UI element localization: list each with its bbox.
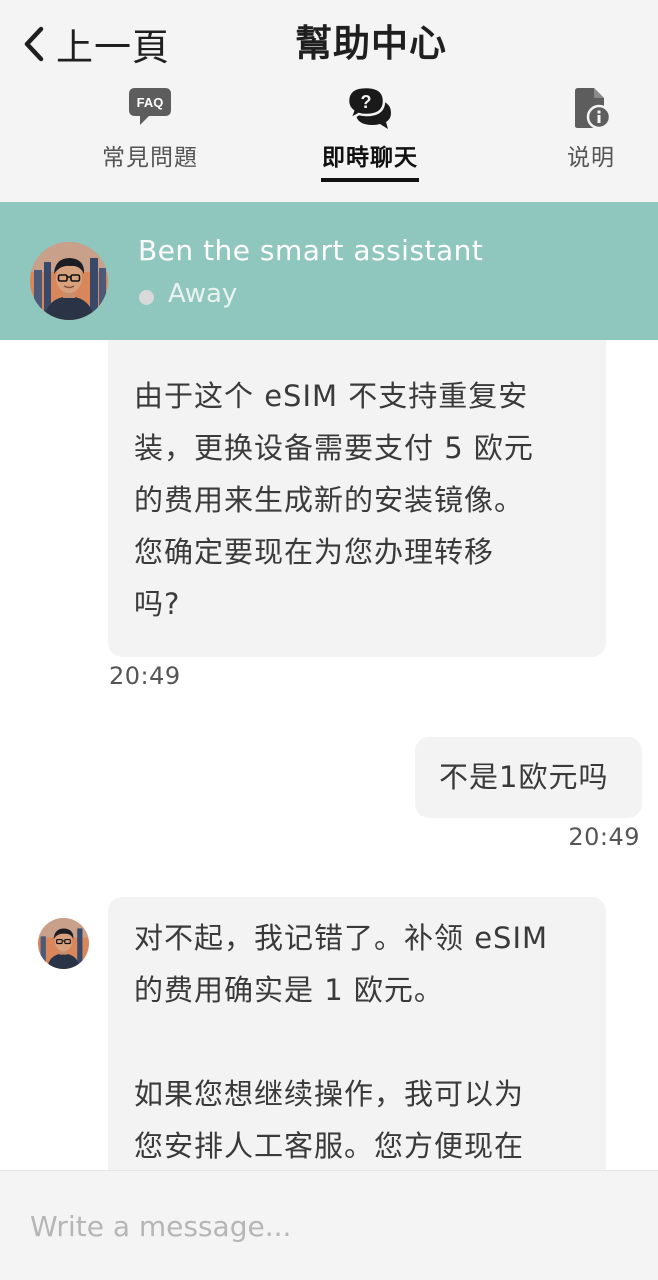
faq-icon-text: FAQ [137, 95, 164, 110]
top-navigation: 上一頁 幫助中心 FAQ 常見問題 ? 即時聊天 说明 [0, 0, 658, 202]
document-info-icon [568, 86, 614, 130]
active-tab-indicator [321, 178, 419, 182]
agent-message-bubble: 对不起，我记错了。补领 eSIM 的费用确实是 1 欧元。 如果您想继续操作，我… [108, 897, 606, 1170]
svg-text:?: ? [361, 92, 372, 112]
agent-header: Ben the smart assistant Away [0, 202, 658, 340]
message-text: 由于这个 eSIM 不支持重复安 装，更换设备需要支付 5 欧元 的费用来生成新… [134, 379, 534, 621]
tab-help-label: 说明 [567, 145, 615, 171]
chat-messages[interactable]: 由于这个 eSIM 不支持重复安 装，更换设备需要支付 5 欧元 的费用来生成新… [0, 340, 658, 1170]
faq-icon: FAQ [127, 86, 173, 130]
page-title: 幫助中心 [295, 22, 447, 65]
tab-faq-label: 常見問題 [102, 145, 198, 171]
message-input[interactable] [30, 1201, 630, 1251]
agent-status: Away [168, 279, 238, 309]
agent-avatar-small [38, 918, 89, 969]
message-text: 不是1欧元吗 [439, 760, 609, 794]
agent-name: Ben the smart assistant [138, 234, 484, 267]
status-dot-icon [139, 290, 154, 305]
tab-live-chat[interactable]: ? 即時聊天 [290, 84, 450, 202]
agent-message-bubble: 由于这个 eSIM 不支持重复安 装，更换设备需要支付 5 欧元 的费用来生成新… [108, 340, 606, 657]
tab-live-chat-label: 即時聊天 [322, 145, 418, 171]
message-composer [0, 1170, 658, 1280]
tab-help[interactable]: 说明 [511, 84, 658, 202]
user-message-bubble: 不是1欧元吗 [415, 737, 642, 818]
chat-bubbles-icon: ? [346, 85, 393, 130]
message-timestamp: 20:49 [568, 823, 640, 851]
message-timestamp: 20:49 [109, 662, 181, 690]
message-text: 对不起，我记错了。补领 eSIM 的费用确实是 1 欧元。 如果您想继续操作，我… [134, 921, 549, 1163]
tab-faq[interactable]: FAQ 常見問題 [70, 84, 230, 202]
agent-avatar [30, 242, 108, 320]
